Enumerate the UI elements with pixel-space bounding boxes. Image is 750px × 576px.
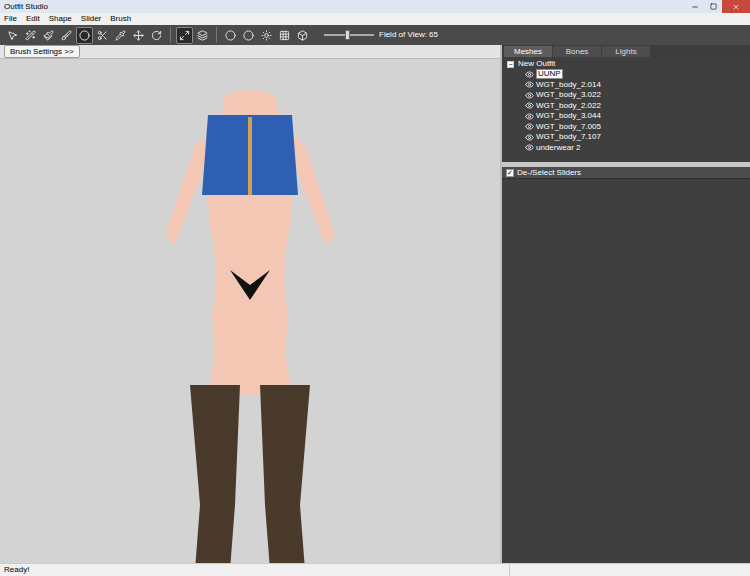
menu-item[interactable]: Brush	[110, 15, 131, 23]
tool-icon	[243, 30, 254, 41]
tab[interactable]: Bones	[553, 46, 601, 57]
visibility-eye-icon[interactable]	[525, 143, 534, 152]
toolbar-separator	[216, 27, 217, 43]
toolbar-button[interactable]	[112, 27, 129, 44]
toolbar-button[interactable]	[222, 27, 239, 44]
tool-icon	[297, 30, 308, 41]
toolbar-button[interactable]	[240, 27, 257, 44]
close-button[interactable]	[722, 0, 750, 13]
tool-icon	[97, 30, 108, 41]
tab-bar: MeshesBonesLights	[502, 45, 750, 57]
toolbar-separator	[170, 27, 171, 43]
toolbar-button[interactable]	[58, 27, 75, 44]
toolbar-button[interactable]	[258, 27, 275, 44]
menu-bar: File Edit Shape Slider Brush	[0, 13, 750, 25]
fov-slider-thumb[interactable]	[345, 30, 350, 40]
minimize-button[interactable]	[686, 0, 704, 13]
mesh-row[interactable]: underwear 2	[507, 143, 750, 154]
menu-item[interactable]: File	[4, 15, 17, 23]
model-preview	[130, 85, 370, 575]
mesh-row[interactable]: WGT_body_2.014	[507, 80, 750, 91]
maximize-button[interactable]	[704, 0, 722, 13]
toolbar-button[interactable]	[294, 27, 311, 44]
tree-root[interactable]: −New Outfit	[507, 59, 750, 69]
title-bar: Outfit Studio	[0, 0, 750, 13]
sliders-panel: ✓De-/Select Sliders	[502, 167, 750, 563]
toolbar-button[interactable]	[130, 27, 147, 44]
sliders-header: ✓De-/Select Sliders	[502, 167, 750, 179]
tool-icon	[61, 30, 72, 41]
mesh-tree: −New OutfitUUNPWGT_body_2.014WGT_body_3.…	[502, 57, 750, 162]
tool-icon	[179, 30, 190, 41]
visibility-eye-icon[interactable]	[525, 112, 534, 121]
visibility-eye-icon[interactable]	[525, 91, 534, 100]
tab[interactable]: Lights	[602, 46, 650, 57]
visibility-eye-icon[interactable]	[525, 101, 534, 110]
status-text: Ready!	[4, 566, 29, 574]
status-bar: Ready!	[0, 563, 750, 576]
toolbar-button[interactable]	[94, 27, 111, 44]
tool-icon	[7, 30, 18, 41]
mesh-row[interactable]: WGT_body_7.005	[507, 122, 750, 133]
tool-icon	[43, 30, 54, 41]
viewport-top-strip: Brush Settings >>	[0, 45, 500, 59]
toolbar-button[interactable]	[22, 27, 39, 44]
visibility-eye-icon[interactable]	[525, 70, 534, 79]
tool-icon	[225, 30, 236, 41]
mesh-row[interactable]: UUNP	[507, 69, 750, 80]
right-panel: MeshesBonesLights−New OutfitUUNPWGT_body…	[502, 45, 750, 563]
tool-icon	[279, 30, 290, 41]
tool-icon	[197, 30, 208, 41]
main-area: Brush Settings >>MeshesBonesLights−New O…	[0, 45, 750, 563]
tool-icon	[133, 30, 144, 41]
tool-icon	[115, 30, 126, 41]
visibility-eye-icon[interactable]	[525, 80, 534, 89]
tool-icon	[79, 30, 90, 41]
fov-slider[interactable]	[324, 30, 374, 40]
toolbar: Field of View: 65	[0, 25, 750, 45]
minimize-icon	[691, 3, 699, 11]
window-title: Outfit Studio	[4, 3, 48, 11]
mesh-row[interactable]: WGT_body_3.022	[507, 90, 750, 101]
toolbar-button[interactable]	[76, 27, 93, 44]
viewport[interactable]: Brush Settings >>	[0, 45, 500, 563]
toolbar-button[interactable]	[4, 27, 21, 44]
tool-icon	[261, 30, 272, 41]
toolbar-button[interactable]	[276, 27, 293, 44]
toolbar-button[interactable]	[40, 27, 57, 44]
mesh-row[interactable]: WGT_body_7.107	[507, 132, 750, 143]
tool-icon	[151, 30, 162, 41]
mesh-row[interactable]: WGT_body_2.022	[507, 101, 750, 112]
select-sliders-checkbox[interactable]: ✓	[506, 169, 514, 177]
toolbar-button[interactable]	[148, 27, 165, 44]
visibility-eye-icon[interactable]	[525, 133, 534, 142]
app-window: Outfit Studio File Edit Shape Slider Brush Fie…	[0, 0, 750, 576]
visibility-eye-icon[interactable]	[525, 122, 534, 131]
brush-settings-button[interactable]: Brush Settings >>	[4, 45, 80, 58]
menu-item[interactable]: Edit	[26, 15, 40, 23]
menu-item[interactable]: Shape	[49, 15, 72, 23]
fov-label: Field of View: 65	[379, 31, 438, 39]
tab[interactable]: Meshes	[504, 46, 552, 57]
toolbar-button[interactable]	[194, 27, 211, 44]
close-icon	[732, 3, 740, 11]
mesh-row[interactable]: WGT_body_3.044	[507, 111, 750, 122]
toolbar-button[interactable]	[176, 27, 193, 44]
maximize-icon	[710, 3, 717, 10]
expand-toggle[interactable]: −	[507, 61, 514, 68]
tool-icon	[25, 30, 36, 41]
menu-item[interactable]: Slider	[81, 15, 101, 23]
